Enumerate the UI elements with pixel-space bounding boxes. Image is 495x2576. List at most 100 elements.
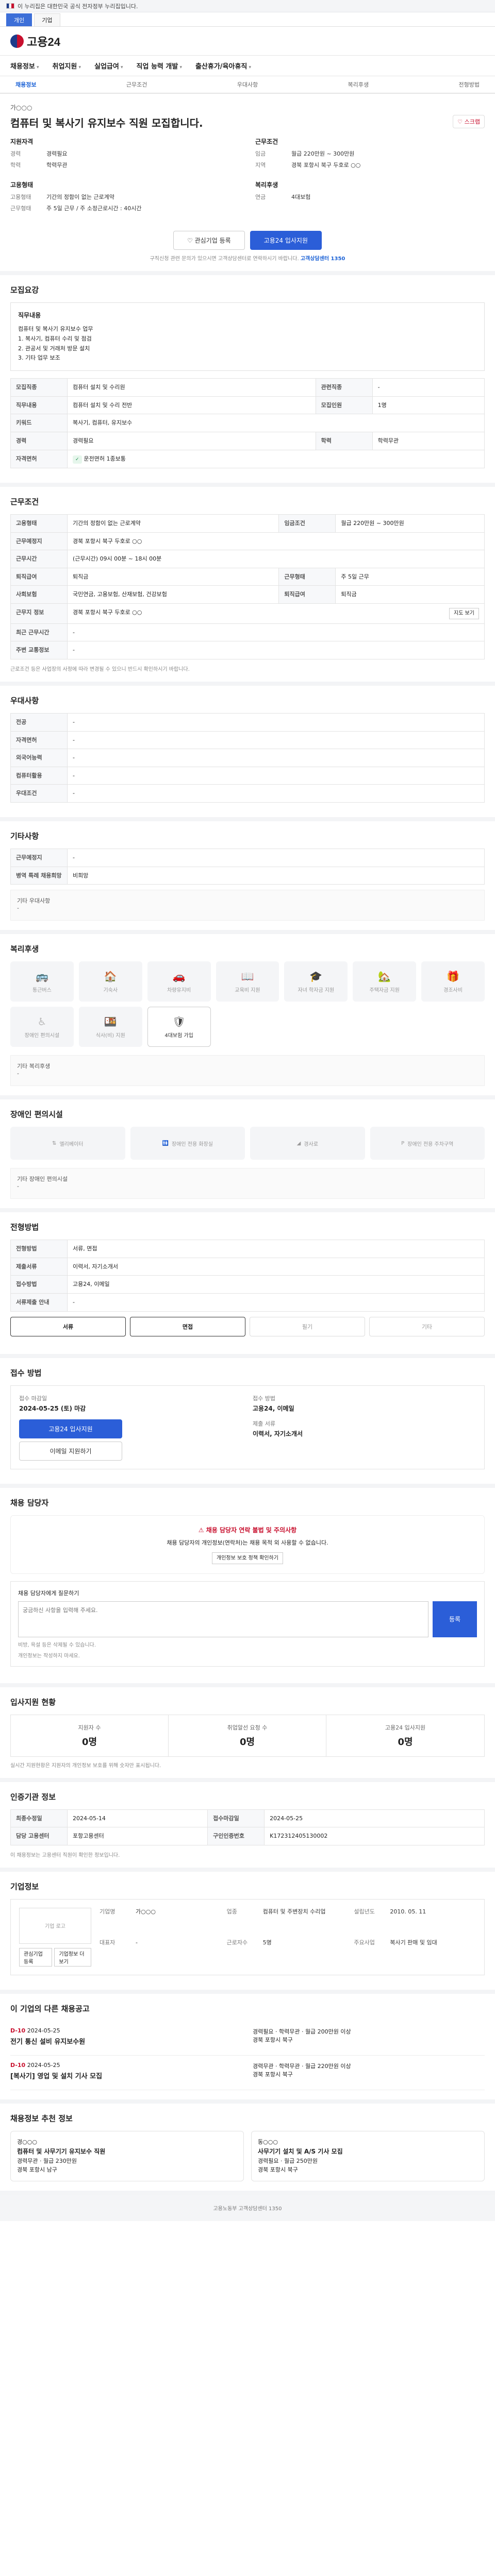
summary-notice-text: 구직신청 관련 문의가 있으시면 고객상담센터로 연락하시기 바랍니다.: [150, 256, 299, 262]
warning-title: ⚠ 채용 담당자 연락 불법 및 주의사항: [20, 1525, 475, 1535]
nav-item-jobs[interactable]: 채용정보: [10, 61, 39, 71]
tab-personal[interactable]: 개인: [6, 13, 32, 26]
table-value: 월급 220만원 ~ 300만원: [335, 514, 485, 533]
subtab-preference[interactable]: 우대사항: [237, 80, 258, 89]
stats-note: 실시간 지원현황은 지원자의 개인정보 보호를 위해 숫자만 표시됩니다.: [10, 1762, 161, 1769]
table-key: 접수방법: [10, 1275, 68, 1294]
welfare-item: 🚗 차량유지비: [147, 961, 211, 1002]
nav-item-parental-leave[interactable]: 출산휴가/육아휴직: [195, 61, 251, 71]
subtab-welfare[interactable]: 복리후생: [348, 80, 369, 89]
disability-item: 🚻 장애인 전용 화장실: [130, 1127, 245, 1160]
employment-block: 고용형태 고용형태 기간의 정함이 없는 근로계약 근무형태 주 5일 근무 / 주…: [10, 180, 240, 215]
privacy-policy-link[interactable]: 개인정보 보호 정책 확인하기: [212, 1552, 283, 1564]
nav-item-job-training[interactable]: 직업 능력 개발: [137, 61, 182, 71]
welfare-item: 📖 교육비 지원: [216, 961, 279, 1002]
list-item[interactable]: D-10 2024-05-25 [복사기] 영업 및 설치 기사 모집 경력무관…: [10, 2056, 485, 2090]
company-left: 기업 로고 관심기업 등록 기업정보 더보기: [19, 1907, 91, 1967]
job-card-cond: 경력무관 · 학력무관 · 월급 220만원 이상: [253, 2062, 351, 2070]
table-key: 관련직종: [315, 378, 373, 397]
job-date: 2024-05-25: [27, 2061, 60, 2069]
nav-item-employment-support[interactable]: 취업지원: [53, 61, 81, 71]
nav-item-unemployment-benefit[interactable]: 실업급여: [94, 61, 123, 71]
company-info: 기업명 가○○○ 업종 컴퓨터 및 주변장치 수리업 설립년도 2010. 05. 1…: [100, 1908, 476, 1967]
rec-place: 경북 포항시 남구: [17, 2166, 57, 2174]
rec-cond: 경력필요 · 월급 250만원: [258, 2157, 318, 2164]
table-key: 최근 근무시간: [10, 623, 68, 642]
dday-badge: D-10: [10, 2061, 26, 2069]
map-button[interactable]: 지도 보기: [449, 607, 479, 619]
rec-company: 동○○○: [258, 2138, 278, 2145]
employment-heading: 고용형태: [10, 181, 34, 189]
gift-icon: 🎁: [447, 970, 460, 982]
stat-value: 0명: [81, 1736, 97, 1748]
same-company-section: 이 기업의 다른 채용공고 D-10 2024-05-25 전기 통신 설비 유…: [0, 1994, 495, 2104]
doc-value: 이력서, 자기소개서: [253, 1430, 303, 1438]
table-value: 이력서, 자기소개서: [67, 1257, 485, 1276]
duty-line: 컴퓨터 및 복사기 유지보수 업무: [18, 326, 93, 333]
conditions-block: 근무조건 임금 월급 220만원 ~ 300만원 지역 경북 포항시 북구 두호로 …: [255, 137, 485, 172]
question-submit-button[interactable]: 등록: [433, 1601, 477, 1637]
disability-heading-text: 장애인 편의시설: [10, 1110, 63, 1120]
kv-value: 복사기 판매 및 임대: [390, 1939, 437, 1946]
summary-notice-link[interactable]: 고객상담센터 1350: [301, 256, 345, 262]
table-row: 퇴직급여 퇴직금 근무형태 주 5일 근무: [10, 567, 485, 586]
interest-company-button[interactable]: ♡ 관심기업 등록: [173, 231, 245, 250]
welfare-item: 🎓 자녀 학자금 지원: [284, 961, 348, 1002]
subtab-conditions[interactable]: 근무조건: [126, 80, 147, 89]
table-value: K172312405130002: [264, 1827, 485, 1845]
kv-value: 2010. 05. 11: [390, 1908, 426, 1915]
welfare-label: 통근버스: [32, 987, 52, 993]
table-row: 주변 교통정보 -: [10, 641, 485, 660]
table-key: 접수마감일: [207, 1809, 265, 1828]
stat-item: 지원자 수 0명: [11, 1715, 169, 1756]
company-heading: 기업정보: [10, 1881, 485, 1892]
disability-item: ◢ 경사로: [250, 1127, 365, 1160]
table-key: 사회보험: [10, 585, 68, 604]
list-item[interactable]: D-10 2024-05-25 전기 통신 설비 유지보수원 경력필요 · 학력…: [10, 2021, 485, 2056]
table-row: 근무예정지 경북 포항시 북구 두호로 ○○: [10, 532, 485, 551]
kv-key: 임금: [255, 150, 266, 157]
disability-label: 장애인 전용 주차구역: [407, 1141, 454, 1147]
stat-item: 취업알선 요청 수 0명: [169, 1715, 326, 1756]
table-value: -: [67, 731, 485, 750]
recommend-grid: 경○○○ 컴퓨터 및 사무기기 유지보수 직원 경력무관 · 월급 230만원 …: [10, 2130, 485, 2181]
rec-place: 경북 포항시 북구: [258, 2166, 298, 2174]
subtab-recruit[interactable]: 채용정보: [15, 80, 36, 89]
kv-value: 컴퓨터 및 주변장치 수리업: [262, 1908, 326, 1915]
logo[interactable]: 고용24: [10, 33, 60, 49]
table-value: 포항고용센터: [67, 1827, 208, 1845]
question-input[interactable]: [18, 1601, 428, 1637]
table-key: 담당 고용센터: [10, 1827, 68, 1845]
apply-method-heading: 전형방법: [10, 1222, 485, 1232]
table-value: 2024-05-14: [67, 1809, 208, 1828]
duty-line: 3. 기타 업무 보조: [18, 354, 60, 362]
apply-email-button[interactable]: 이메일 지원하기: [19, 1441, 122, 1461]
kv-value: 경북 포항시 북구 두호로 ○○: [291, 161, 361, 168]
apply-online-button[interactable]: 고용24 입사지원: [19, 1419, 122, 1438]
table-value: 경북 포항시 북구 두호로 ○○ 지도 보기: [67, 603, 485, 624]
scrap-button[interactable]: ♡ 스크랩: [453, 115, 485, 128]
table-key: 모집직종: [10, 378, 68, 397]
question-title: 채용 담당자에게 질문하기: [18, 1589, 79, 1597]
company-interest-button[interactable]: 관심기업 등록: [19, 1947, 53, 1967]
table-value: 1명: [372, 396, 485, 415]
apply-heading: 접수 방법: [10, 1367, 485, 1378]
kv-key: 업종: [226, 1908, 237, 1915]
kv-key: 연금: [255, 194, 266, 200]
license-badge: ✓: [73, 455, 82, 464]
apply-method-heading-text: 전형방법: [10, 1223, 39, 1232]
company-more-button[interactable]: 기업정보 더보기: [54, 1947, 91, 1967]
apply-button[interactable]: 고용24 입사지원: [250, 231, 322, 250]
posting-heading: 인증기관 정보: [10, 1791, 485, 1802]
recruit-heading-text: 모집요강: [10, 285, 39, 295]
recommend-card[interactable]: 경○○○ 컴퓨터 및 사무기기 유지보수 직원 경력무관 · 월급 230만원 …: [10, 2130, 244, 2181]
table-key: 경력: [10, 431, 68, 450]
recommend-card[interactable]: 동○○○ 사무기기 설치 및 A/S 기사 모집 경력필요 · 월급 250만원…: [251, 2130, 485, 2181]
table-value: 복사기, 컴퓨터, 유지보수: [67, 414, 485, 432]
subtab-apply-method[interactable]: 전형방법: [459, 80, 480, 89]
rec-title: 컴퓨터 및 사무기기 유지보수 직원: [17, 2147, 106, 2155]
welfare-item: 🍱 식사(비) 지원: [78, 1007, 142, 1047]
etc-heading-text: 기타사항: [10, 832, 39, 841]
question-note: 비방, 욕설 등은 삭제될 수 있습니다.: [18, 1642, 96, 1648]
tab-business[interactable]: 기업: [34, 13, 60, 26]
